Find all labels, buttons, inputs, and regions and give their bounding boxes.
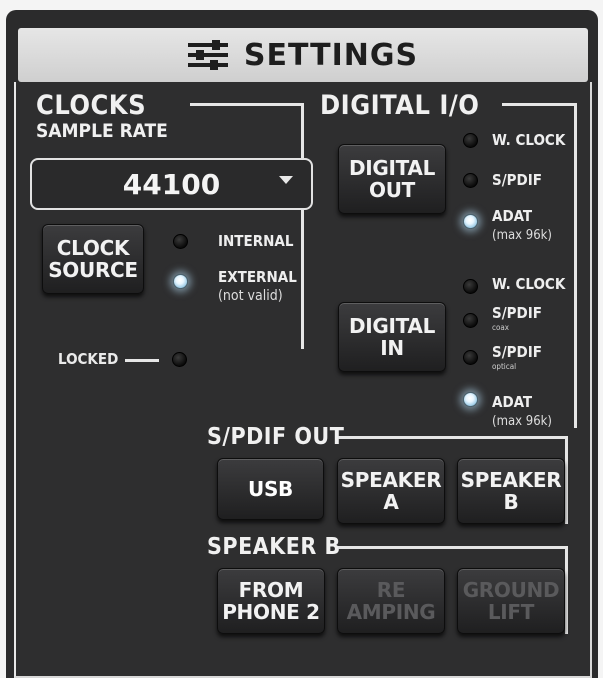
clocks-title: CLOCKS (36, 90, 147, 121)
sample-rate-value: 44100 (122, 167, 221, 201)
out-adat-sub: (max 96k) (492, 228, 552, 243)
settings-header: SETTINGS (18, 28, 588, 82)
in-spdif-coax-label: S/PDIF coax (492, 304, 542, 332)
external-sub-label: (not valid) (218, 288, 283, 304)
optical-sub-label: optical (492, 362, 517, 371)
spdif-out-title: S/PDIF OUT (207, 424, 345, 450)
out-wclock-led (463, 133, 478, 148)
digital-io-line-right (574, 103, 577, 428)
internal-label: INTERNAL (218, 232, 294, 250)
clock-source-button[interactable]: CLOCK SOURCE (42, 224, 144, 294)
spdif-usb-button[interactable]: USB (217, 458, 324, 520)
out-spdif-label: S/PDIF (492, 171, 542, 189)
clocks-line-right (301, 103, 304, 349)
external-led (173, 274, 188, 289)
digital-out-button[interactable]: DIGITAL OUT (338, 144, 446, 214)
sample-rate-label: SAMPLE RATE (36, 120, 168, 142)
speaker-b-line-top (338, 546, 568, 549)
external-label: EXTERNAL (not valid) (218, 268, 297, 304)
digital-io-title: DIGITAL I/O (320, 90, 480, 121)
in-wclock-label: W. CLOCK (492, 275, 566, 293)
internal-led (173, 234, 188, 249)
coax-sub-label: coax (492, 323, 510, 332)
spdif-out-line-top (338, 436, 568, 439)
digital-io-line-top (502, 103, 574, 106)
out-spdif-led (463, 173, 478, 188)
spdif-speaker-b-button[interactable]: SPEAKER B (457, 458, 565, 524)
in-spdif-optical-led (463, 350, 478, 365)
chevron-down-icon (279, 176, 293, 184)
out-adat-label: ADAT (max 96k) (492, 207, 552, 243)
clocks-line-top (190, 103, 304, 106)
settings-title: SETTINGS (243, 37, 419, 73)
in-wclock-led (463, 279, 478, 294)
in-spdif-coax-led (463, 313, 478, 328)
locked-label: LOCKED (58, 350, 119, 368)
speaker-b-line-right (565, 546, 568, 634)
spdif-speaker-a-button[interactable]: SPEAKER A (337, 458, 445, 524)
spdif-out-line-right (565, 436, 568, 524)
reamping-button[interactable]: RE AMPING (337, 568, 445, 634)
locked-led (172, 352, 187, 367)
speaker-b-title: SPEAKER B (207, 534, 341, 560)
sliders-icon (187, 40, 228, 70)
out-adat-led (463, 214, 478, 229)
in-spdif-optical-label: S/PDIF optical (492, 343, 542, 371)
from-phone-2-button[interactable]: FROM PHONE 2 (217, 568, 325, 634)
in-adat-sub: (max 96k) (492, 414, 552, 429)
in-adat-label: ADAT (max 96k) (492, 393, 552, 429)
ground-lift-button[interactable]: GROUND LIFT (457, 568, 565, 634)
digital-in-button[interactable]: DIGITAL IN (338, 302, 446, 372)
in-adat-led (463, 392, 478, 407)
sample-rate-dropdown[interactable]: 44100 (30, 158, 313, 210)
out-wclock-label: W. CLOCK (492, 131, 566, 149)
locked-line (125, 359, 159, 362)
